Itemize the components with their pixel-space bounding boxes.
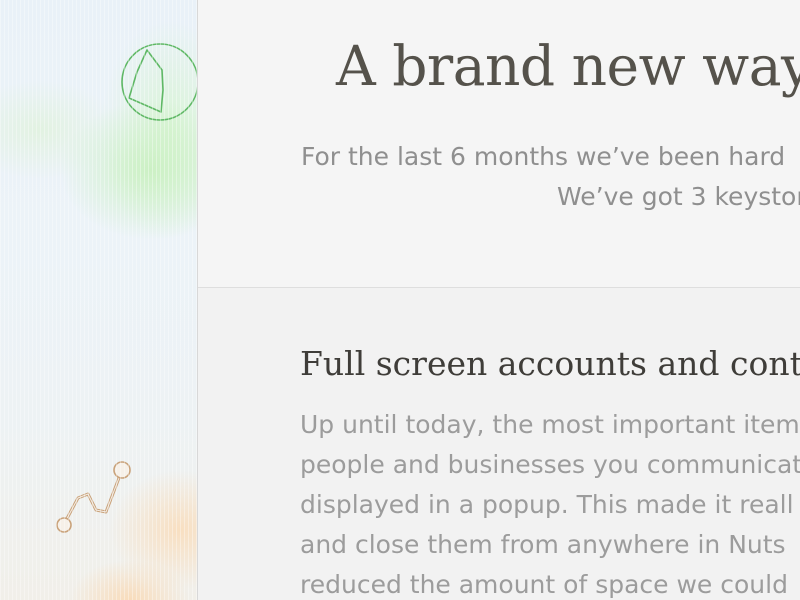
hero-subtitle-line: For the last 6 months we’ve been hard	[301, 142, 786, 171]
content-panel: A brand new way For the last 6 months we…	[198, 0, 800, 600]
feature-title: Full screen accounts and contac	[300, 344, 800, 383]
feature-paragraph-line: and close them from anywhere in Nuts	[300, 530, 786, 559]
hero-title: A brand new way	[336, 34, 800, 98]
compass-icon	[121, 43, 198, 121]
feature-paragraph-line: people and businesses you communicat	[300, 450, 800, 479]
hero-section: A brand new way For the last 6 months we…	[198, 0, 800, 287]
feature-section: Full screen accounts and contac Up until…	[198, 288, 800, 600]
decorative-side-panel	[0, 0, 198, 600]
hero-subtitle-line: We’ve got 3 keystor	[557, 182, 800, 211]
feature-paragraph-line: reduced the amount of space we could	[300, 570, 788, 599]
feature-paragraph-line: Up until today, the most important item	[300, 410, 800, 439]
page: A brand new way For the last 6 months we…	[0, 0, 800, 600]
path-icon	[56, 461, 131, 533]
feature-paragraph-line: displayed in a popup. This made it reall	[300, 490, 794, 519]
